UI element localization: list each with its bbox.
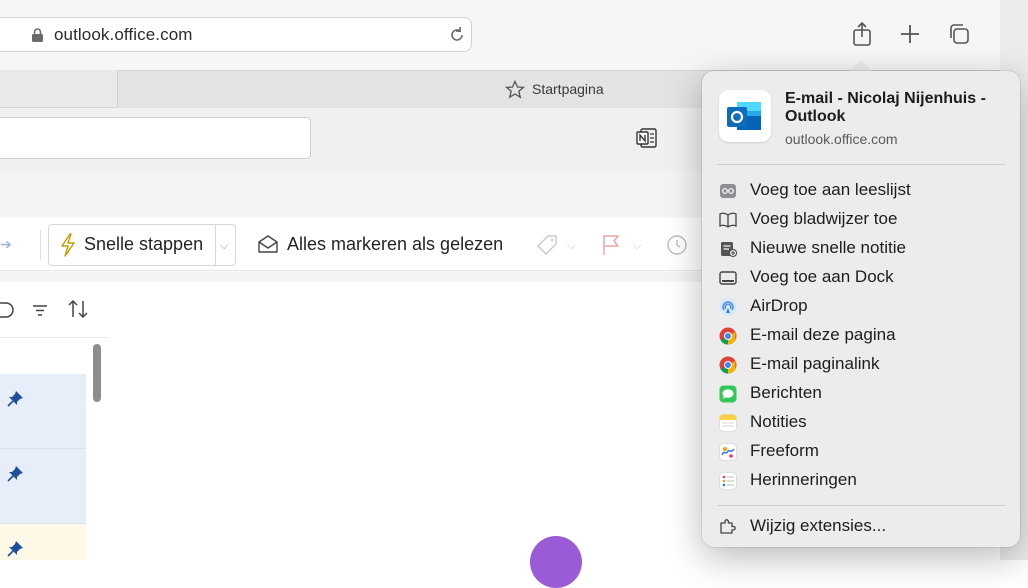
menu-item-label: Voeg bladwijzer toe: [750, 209, 898, 228]
menu-item-bookmark[interactable]: Voeg bladwijzer toe: [712, 205, 1012, 234]
menu-item-notes[interactable]: Notities: [712, 408, 1012, 437]
search-input[interactable]: [0, 117, 311, 159]
quick-steps-label[interactable]: Snelle stappen: [84, 234, 203, 255]
tag-icon[interactable]: [535, 234, 559, 256]
pin-icon[interactable]: [6, 540, 24, 558]
menu-item-quick-note[interactable]: Nieuwe snelle notitie: [712, 234, 1012, 263]
popover-page-title: E-mail - Nicolaj Nijenhuis - Outlook: [785, 90, 986, 125]
new-tab-plus-icon[interactable]: [897, 20, 923, 48]
menu-item-airdrop[interactable]: AirDrop: [712, 292, 1012, 321]
menu-item-label: Herinneringen: [750, 470, 857, 489]
menu-item-label: AirDrop: [750, 296, 808, 315]
mark-all-read-label[interactable]: Alles markeren als gelezen: [287, 234, 503, 255]
share-icon[interactable]: [849, 20, 875, 48]
ribbon-separator: [40, 230, 41, 260]
list-item[interactable]: [0, 449, 86, 524]
reading-list-icon: [720, 184, 736, 198]
menu-item-label: E-mail paginalink: [750, 354, 880, 373]
menu-item-email-link[interactable]: E-mail paginalink: [712, 350, 1012, 379]
extensions-icon: [720, 519, 736, 534]
envelope-open-icon: [258, 235, 278, 253]
forward-arrow-icon[interactable]: ➔: [0, 236, 12, 253]
popover-divider: [717, 164, 1005, 165]
menu-item-label: Freeform: [750, 441, 819, 460]
filter-icon[interactable]: [31, 301, 49, 319]
menu-item-label: Voeg toe aan Dock: [750, 267, 894, 286]
star-icon: [505, 80, 525, 99]
menu-item-label: Nieuwe snelle notitie: [750, 238, 906, 257]
scrollbar-thumb[interactable]: [93, 344, 101, 402]
lightning-icon: [61, 233, 75, 257]
pin-icon[interactable]: [6, 390, 24, 408]
popover-divider: [717, 505, 1005, 506]
reminders-icon: [719, 472, 737, 490]
menu-item-email-page[interactable]: E-mail deze pagina: [712, 321, 1012, 350]
flag-chevron-icon[interactable]: ⌵: [633, 240, 641, 253]
chrome-icon: [719, 327, 737, 345]
popover-page-url: outlook.office.com: [785, 131, 898, 147]
menu-item-label: Berichten: [750, 383, 822, 402]
address-bar-url[interactable]: outlook.office.com: [54, 25, 193, 45]
message-list-header: [0, 282, 110, 338]
chevron-down-icon[interactable]: ⌵: [220, 240, 228, 253]
menu-item-messages[interactable]: Berichten: [712, 379, 1012, 408]
menu-item-label: E-mail deze pagina: [750, 325, 896, 344]
filter-partial-icon[interactable]: [0, 300, 14, 320]
pin-icon[interactable]: [6, 465, 24, 483]
lock-icon: [32, 28, 43, 42]
menu-item-reminders[interactable]: Herinneringen: [712, 466, 1012, 495]
freeform-icon: [719, 443, 737, 461]
bookmark-book-icon: [719, 212, 737, 228]
menu-item-label: Wijzig extensies...: [750, 516, 887, 535]
menu-item-label: Voeg toe aan leeslijst: [750, 180, 911, 199]
clock-icon[interactable]: [665, 233, 689, 257]
quick-note-icon: [721, 242, 737, 258]
list-item[interactable]: [0, 374, 86, 449]
tab-divider: [117, 70, 118, 107]
menu-item-dock[interactable]: Voeg toe aan Dock: [712, 263, 1012, 292]
tab-startpagina[interactable]: Startpagina: [532, 81, 604, 97]
illustration-shape: [530, 536, 582, 588]
onenote-icon[interactable]: [636, 127, 658, 149]
reload-icon[interactable]: [447, 25, 467, 45]
menu-item-reading-list[interactable]: Voeg toe aan leeslijst: [712, 176, 1012, 205]
dock-icon: [719, 271, 737, 285]
flag-icon[interactable]: [601, 233, 621, 257]
tab-background[interactable]: [0, 70, 117, 108]
menu-item-edit-extensions[interactable]: Wijzig extensies...: [712, 512, 1012, 541]
chrome-icon: [719, 356, 737, 374]
menu-item-label: Notities: [750, 412, 807, 431]
notes-icon: [719, 414, 737, 432]
tag-chevron-icon[interactable]: ⌵: [567, 240, 575, 253]
airdrop-icon: [719, 298, 737, 316]
quick-steps-split: [215, 224, 216, 266]
sort-icon[interactable]: [66, 298, 90, 320]
menu-item-freeform[interactable]: Freeform: [712, 437, 1012, 466]
messages-icon: [719, 385, 737, 403]
tab-overview-icon[interactable]: [947, 20, 973, 48]
outlook-app-icon: [719, 90, 771, 142]
outlook-icon: [727, 102, 761, 130]
